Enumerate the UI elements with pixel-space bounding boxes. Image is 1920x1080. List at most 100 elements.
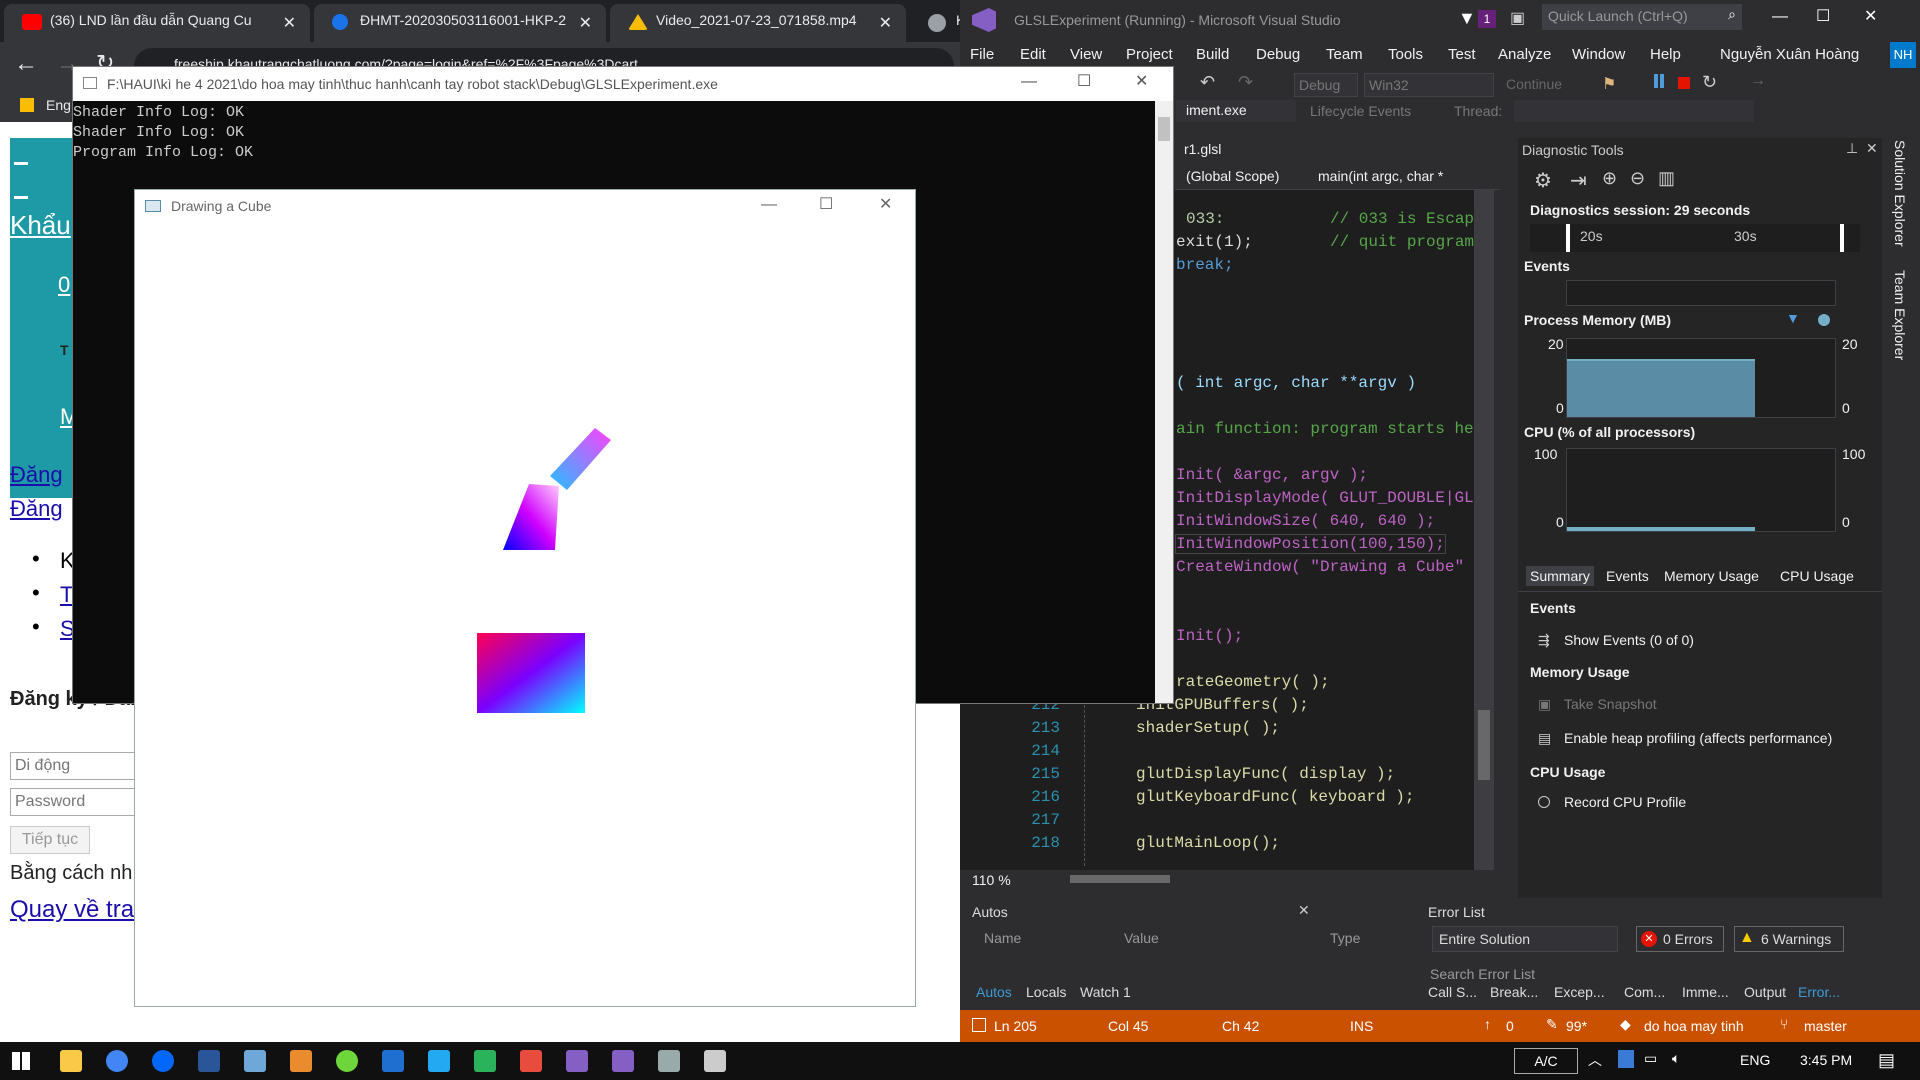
col-name[interactable]: Name	[984, 930, 1021, 946]
close-icon[interactable]: ✕	[579, 13, 592, 33]
feedback-icon[interactable]: ▣	[1510, 8, 1525, 28]
menu-project[interactable]: Project	[1126, 46, 1173, 63]
scope-dropdown[interactable]: (Global Scope)	[1186, 168, 1279, 184]
show-events-link[interactable]: Show Events (0 of 0)	[1564, 632, 1694, 648]
maximize-icon[interactable]: ☐	[1816, 6, 1830, 26]
site-title-link[interactable]: Khẩu	[10, 210, 71, 241]
close-icon[interactable]: ✕	[1864, 6, 1877, 26]
scroll-thumb[interactable]	[1478, 710, 1490, 780]
heap-profiling-toggle[interactable]: Enable heap profiling (affects performan…	[1564, 730, 1832, 746]
notification-badge[interactable]: 1	[1478, 10, 1496, 28]
notifications-icon[interactable]: ▤	[1878, 1050, 1895, 1071]
chrome-icon[interactable]	[106, 1050, 128, 1072]
menu-help[interactable]: Help	[1650, 46, 1681, 63]
close-icon[interactable]: ✕	[1298, 902, 1310, 919]
maximize-icon[interactable]: ☐	[819, 194, 833, 214]
tab-exceptions[interactable]: Excep...	[1554, 984, 1605, 1000]
tab-summary[interactable]: Summary	[1526, 566, 1594, 586]
tab-locals[interactable]: Locals	[1026, 984, 1066, 1000]
scope-dropdown[interactable]: Entire Solution	[1432, 926, 1618, 952]
menu-icon[interactable]	[14, 162, 28, 165]
timeline-end-marker[interactable]	[1840, 224, 1844, 252]
take-snapshot-button[interactable]: Take Snapshot	[1564, 696, 1657, 712]
tab-immediate[interactable]: Imme...	[1682, 984, 1729, 1000]
col-type[interactable]: Type	[1330, 930, 1360, 946]
back-arrow-icon[interactable]: ←	[14, 50, 38, 78]
file-explorer-icon[interactable]	[60, 1050, 82, 1072]
scroll-thumb[interactable]	[1158, 117, 1170, 141]
restart-icon[interactable]: ↻	[1702, 72, 1717, 93]
input-indicator[interactable]: A/C	[1514, 1048, 1578, 1074]
app-icon[interactable]	[244, 1050, 266, 1072]
cpu-graph[interactable]	[1566, 448, 1836, 532]
maximize-icon[interactable]: ☐	[1077, 71, 1091, 91]
tab-error-list[interactable]: Error...	[1798, 984, 1840, 1000]
browser-tab-youtube[interactable]: (36) LND lần đầu dẫn Quang Cu ✕	[4, 4, 310, 42]
minimize-icon[interactable]: —	[761, 196, 777, 214]
errors-filter-button[interactable]: ✕ 0 Errors	[1636, 926, 1724, 952]
tray-app-icon[interactable]	[1618, 1050, 1634, 1068]
volume-icon[interactable]: 🔈︎	[1672, 1050, 1680, 1067]
menu-view[interactable]: View	[1070, 46, 1102, 63]
continue-button[interactable]: Continue	[1506, 76, 1562, 92]
config-dropdown[interactable]: Debug	[1294, 73, 1358, 97]
back-link[interactable]: Quay về tra	[10, 896, 134, 924]
step-over-icon[interactable]: →	[1750, 72, 1766, 90]
zoom-out-icon[interactable]: ⊖	[1630, 168, 1645, 189]
tab-memory-usage[interactable]: Memory Usage	[1664, 568, 1759, 584]
memory-header[interactable]: Process Memory (MB)	[1524, 312, 1671, 328]
menu-build[interactable]: Build	[1196, 46, 1229, 63]
console-scrollbar[interactable]	[1155, 101, 1173, 703]
menu-test[interactable]: Test	[1448, 46, 1476, 63]
close-icon[interactable]: ✕	[879, 13, 892, 33]
close-icon[interactable]: ✕	[879, 194, 892, 214]
register-link[interactable]: Đăng	[10, 462, 63, 488]
col-value[interactable]: Value	[1124, 930, 1159, 946]
solution-explorer-tab[interactable]: Solution Explorer	[1892, 140, 1908, 247]
menu-edit[interactable]: Edit	[1020, 46, 1046, 63]
timeline-ruler[interactable]: 20s 30s	[1530, 224, 1860, 252]
tab-output[interactable]: Output	[1744, 984, 1786, 1000]
process-dropdown[interactable]: iment.exe	[1176, 100, 1296, 122]
menu-debug[interactable]: Debug	[1256, 46, 1300, 63]
tab-command[interactable]: Com...	[1624, 984, 1665, 1000]
function-dropdown[interactable]: main(int argc, char *	[1318, 168, 1443, 184]
error-search-input[interactable]: Search Error List	[1430, 966, 1535, 982]
tab-autos[interactable]: Autos	[976, 984, 1012, 1000]
zalo-icon[interactable]	[152, 1050, 174, 1072]
close-icon[interactable]: ✕	[1866, 140, 1878, 157]
network-icon[interactable]: ▭	[1644, 1050, 1657, 1067]
minimize-icon[interactable]: —	[1772, 8, 1788, 26]
menu-analyze[interactable]: Analyze	[1498, 46, 1551, 63]
user-name[interactable]: Nguyễn Xuân Hoàng	[1720, 46, 1859, 63]
continue-button[interactable]: Tiếp tục	[10, 826, 90, 854]
list-link[interactable]: 0	[58, 272, 70, 298]
redo-icon[interactable]: ↷	[1238, 72, 1253, 93]
login-link[interactable]: Đăng	[10, 496, 63, 522]
events-header[interactable]: Events	[1524, 258, 1570, 274]
filter-icon[interactable]: ▼	[1458, 8, 1476, 29]
tab-breakpoints[interactable]: Break...	[1490, 984, 1538, 1000]
pin-icon[interactable]: ⊥	[1846, 140, 1858, 157]
chart-icon[interactable]: ▥	[1658, 168, 1675, 189]
undo-icon[interactable]: ↶	[1200, 72, 1215, 93]
app-icon[interactable]	[520, 1050, 542, 1072]
unpushed-count[interactable]: 0	[1506, 1018, 1514, 1034]
pycharm-icon[interactable]	[474, 1050, 496, 1072]
cpu-header[interactable]: CPU (% of all processors)	[1524, 424, 1695, 440]
vscode-icon[interactable]	[428, 1050, 450, 1072]
language-indicator[interactable]: ENG	[1740, 1052, 1770, 1068]
minimize-icon[interactable]: —	[1021, 73, 1037, 91]
file-tab[interactable]: r1.glsl	[1184, 141, 1221, 157]
settings-icon[interactable]: ⚙	[1534, 168, 1552, 193]
editor-scrollbar[interactable]	[1474, 190, 1494, 870]
console-icon[interactable]	[704, 1050, 726, 1072]
app-icon[interactable]	[382, 1050, 404, 1072]
menu-file[interactable]: File	[970, 46, 994, 63]
app-icon[interactable]	[336, 1050, 358, 1072]
browser-tab-classroom[interactable]: ĐHMT-20203050311600​1-HKP-2 ✕	[314, 4, 606, 42]
user-avatar[interactable]: NH	[1890, 42, 1916, 68]
quick-launch-input[interactable]: Quick Launch (Ctrl+Q) ⌕	[1542, 4, 1742, 30]
tab-events[interactable]: Events	[1606, 568, 1649, 584]
record-cpu-button[interactable]: Record CPU Profile	[1564, 794, 1686, 810]
